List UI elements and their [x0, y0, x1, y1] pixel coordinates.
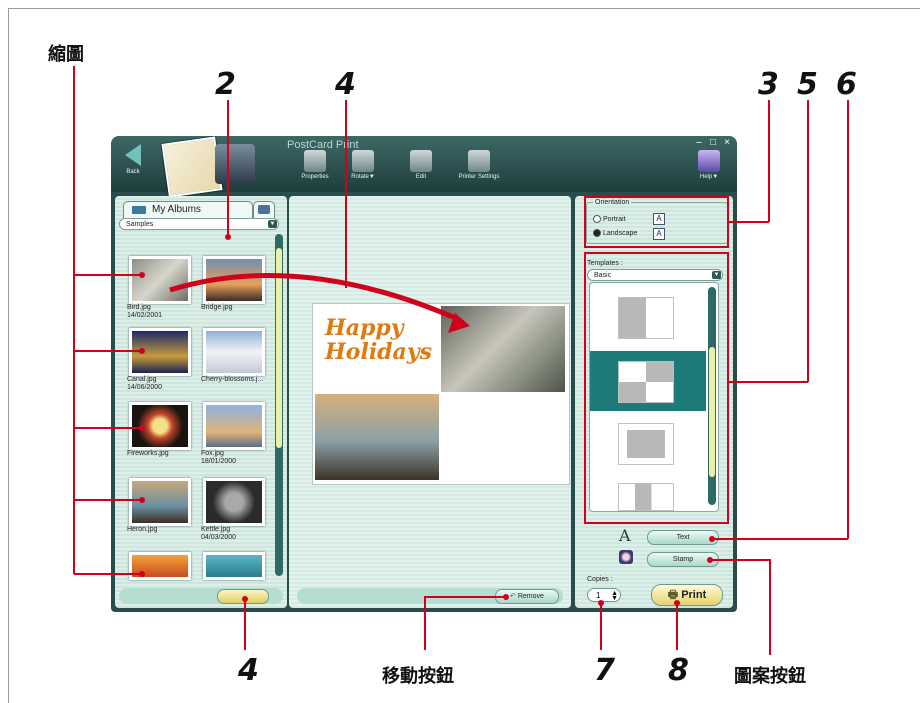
thumbnail-canal-name: Canal.jpg	[127, 376, 157, 383]
thumbnail-heron-name: Heron.jpg	[127, 526, 158, 533]
stamp-label: Stamp	[672, 556, 694, 563]
rotate-label: Rotate▼	[351, 174, 375, 180]
print-button[interactable]: 🖶 Print	[651, 584, 723, 606]
back-button[interactable]: Back	[119, 144, 147, 175]
thumbnail-bridge[interactable]	[203, 256, 265, 304]
help-label: Help▼	[699, 174, 719, 180]
printer-settings-icon	[468, 150, 490, 172]
copies-label: Copies :	[587, 576, 613, 583]
add-to-card-button[interactable]	[217, 589, 269, 604]
printer-settings-button[interactable]: Printer Settings	[451, 150, 507, 180]
tab-my-albums-label: My Albums	[152, 204, 201, 215]
printer-settings-label: Printer Settings	[458, 174, 500, 180]
tab-my-albums[interactable]: My Albums	[123, 201, 253, 218]
minimize-icon[interactable]: –	[693, 138, 705, 148]
callout-4-top: 4	[335, 67, 356, 102]
stamp-button[interactable]: Stamp	[647, 552, 719, 567]
edit-label: Edit	[415, 174, 427, 180]
text-tool-icon: A	[619, 526, 631, 545]
properties-button[interactable]: Properties	[295, 150, 335, 180]
orientation-callout-box	[584, 196, 729, 248]
callout-move-button: 移動按鈕	[382, 666, 454, 687]
title-bar: PostCard Print – □ × Back Properties Rot…	[111, 136, 737, 198]
callout-4-bottom: 4	[238, 653, 259, 688]
stamp-tool-icon	[619, 550, 633, 564]
card-cell-empty[interactable]	[441, 394, 565, 480]
frame-left-line	[8, 8, 9, 703]
thumbnail-bird-date: 14/02/2001	[127, 312, 163, 319]
text-label: Text	[676, 534, 690, 541]
postcard-logo-icon	[161, 136, 223, 198]
thumbnail-canal[interactable]	[129, 328, 191, 376]
callout-stamp-button: 圖案按鈕	[734, 666, 806, 687]
thumbnail-fox-name: Fox.jpg	[201, 450, 224, 457]
thumbnail-bird-name: Bird.jpg	[127, 304, 151, 311]
album-scroll-thumb[interactable]	[276, 248, 282, 448]
remove-button[interactable]: ↶ Remove	[495, 589, 559, 604]
help-icon	[698, 150, 720, 172]
callout-thumbnails: 縮圖	[48, 44, 84, 65]
card-greeting-text: Happy Holidays	[325, 315, 432, 365]
camera-icon	[258, 205, 270, 214]
card-cell-text[interactable]: Happy Holidays	[315, 306, 439, 392]
chevron-down-icon: ▼	[268, 220, 277, 228]
thumbnail-fox-date: 18/01/2000	[201, 458, 237, 465]
album-select[interactable]: Samples ▼	[119, 218, 279, 230]
callout-6: 6	[836, 67, 857, 102]
rotate-button[interactable]: Rotate▼	[343, 150, 383, 180]
thumbnail-fireworks[interactable]	[129, 402, 191, 450]
copies-stepper[interactable]: 1 ▲ ▼	[587, 588, 621, 602]
properties-label: Properties	[301, 174, 329, 180]
thumbnail-canal-date: 14/06/2000	[127, 384, 163, 391]
thumbnail-reef[interactable]	[203, 552, 265, 580]
callout-3: 3	[758, 67, 779, 102]
album-scrollbar[interactable]	[275, 234, 283, 576]
edit-icon	[410, 150, 432, 172]
print-label: Print	[681, 589, 707, 601]
card-cell-bird[interactable]	[441, 306, 565, 392]
help-button[interactable]: Help▼	[689, 150, 729, 180]
callout-7: 7	[594, 653, 615, 688]
frame-top-line	[8, 8, 920, 9]
thumbnail-bird[interactable]	[129, 256, 191, 304]
thumbnail-kettle[interactable]	[203, 478, 265, 526]
edit-button[interactable]: Edit	[401, 150, 441, 180]
thumbnail-sunset[interactable]	[129, 552, 191, 580]
maximize-icon[interactable]: □	[707, 138, 719, 148]
remove-icon: ↶	[510, 593, 518, 600]
album-tab-icon	[132, 206, 146, 214]
thumbnail-bridge-name: Bridge.jpg	[201, 304, 233, 311]
postcard-preview[interactable]: Happy Holidays	[312, 303, 570, 485]
album-select-value: Samples	[126, 221, 154, 228]
back-arrow-icon	[125, 144, 141, 166]
tab-other-source[interactable]	[253, 201, 275, 218]
text-button[interactable]: Text	[647, 530, 719, 545]
card-cell-heron[interactable]	[315, 394, 439, 480]
thumbnail-kettle-date: 04/03/2000	[201, 534, 237, 541]
remove-label: Remove	[517, 593, 544, 600]
thumbnail-cherry-blossoms[interactable]	[203, 328, 265, 376]
callout-8: 8	[668, 653, 689, 688]
thumbnail-fireworks-name: Fireworks.jpg	[127, 450, 169, 457]
templates-callout-box	[584, 252, 729, 524]
copies-value: 1	[596, 591, 601, 600]
thumbnail-heron[interactable]	[129, 478, 191, 526]
thumbnail-kettle-name: Kettle.jpg	[201, 526, 231, 533]
print-icon: 🖶	[667, 589, 682, 601]
properties-icon	[304, 150, 326, 172]
back-label: Back	[126, 169, 140, 175]
thumbnail-fox[interactable]	[203, 402, 265, 450]
callout-5: 5	[797, 67, 818, 102]
stepper-arrows-icon: ▲ ▼	[611, 590, 618, 602]
rotate-icon	[352, 150, 374, 172]
thumbnail-cherry-blossoms-name: Cherry-blossoms.j...	[201, 376, 264, 383]
printer-logo-icon	[215, 144, 255, 184]
callout-2: 2	[215, 67, 236, 102]
close-icon[interactable]: ×	[721, 138, 733, 148]
album-panel: My Albums Samples ▼ Bird.jpg 14/02/2001 …	[115, 196, 287, 608]
